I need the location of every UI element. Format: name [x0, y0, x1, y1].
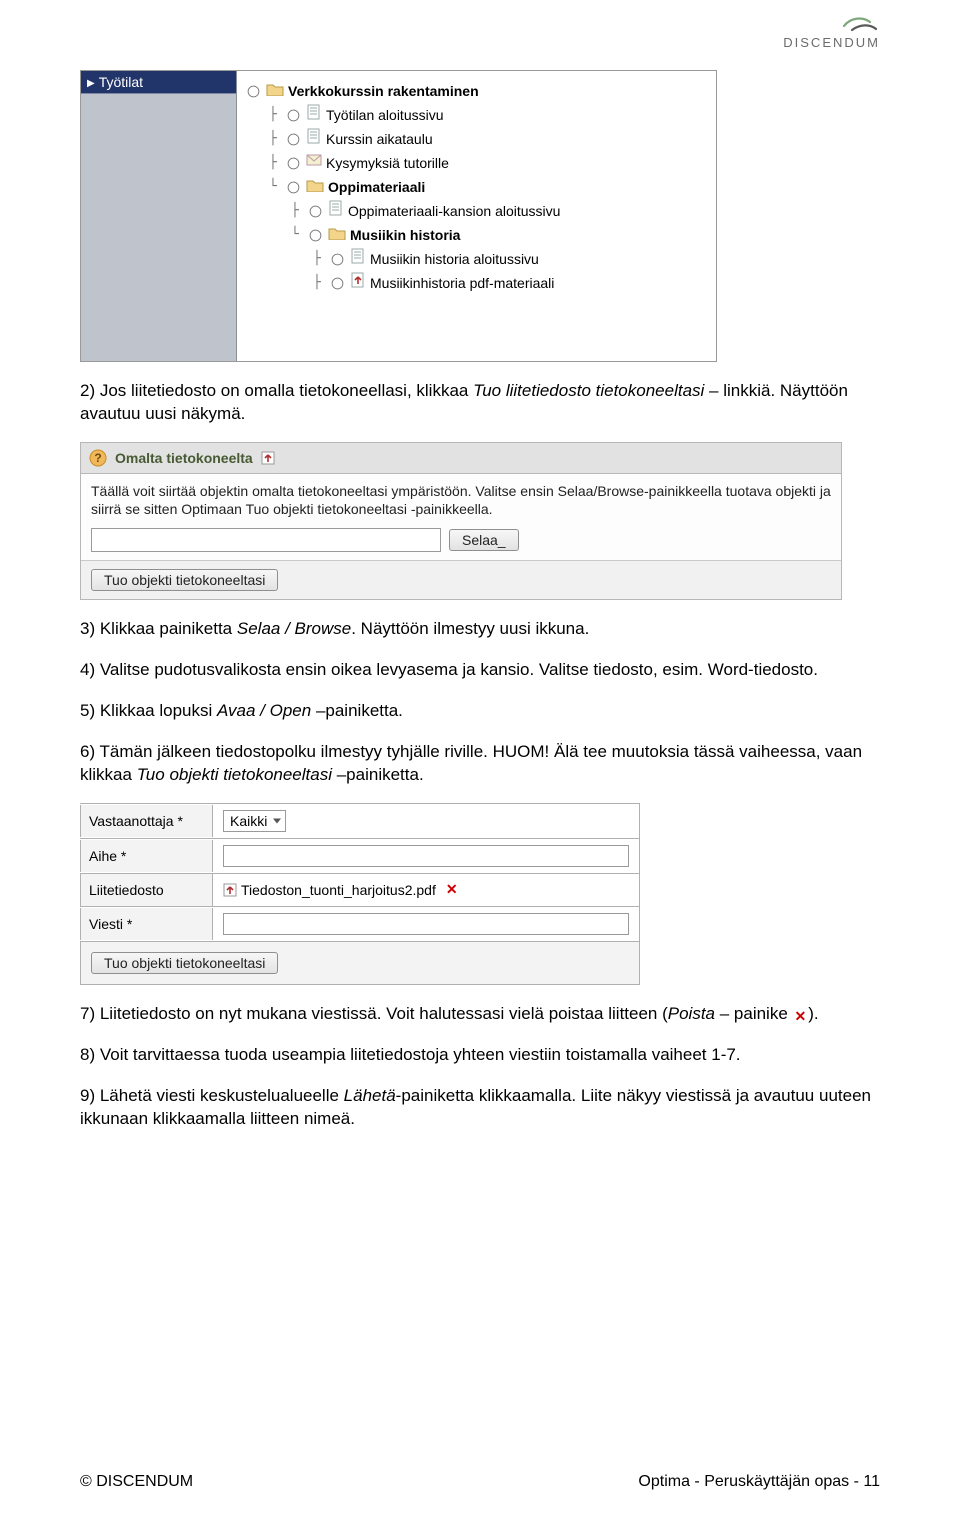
footer-left: © DISCENDUM — [80, 1473, 193, 1491]
workspace-tree-window: ▶Työtilat Verkkokurssin rakentaminen├Työ… — [80, 70, 717, 362]
tree-branch-glyph: └ — [269, 175, 283, 199]
message-form-footer: Tuo objekti tietokoneeltasi — [80, 942, 640, 985]
tree-node-label: Musiikinhistoria pdf-materiaali — [370, 271, 554, 295]
footer-right: Optima - Peruskäyttäjän opas - 11 — [638, 1473, 880, 1491]
tree-branch-glyph: └ — [291, 223, 305, 247]
delete-icon: ✕ — [793, 1007, 809, 1026]
upload-panel-title: ? Omalta tietokoneelta — [81, 443, 841, 474]
workspace-sidebar: ▶ Työtilat — [81, 71, 237, 361]
step-8-text: 8) Voit tarvittaessa tuoda useampia liit… — [80, 1044, 880, 1067]
page-root: DISCENDUM ▶ Työtilat Verkkokurssin rakent… — [0, 0, 960, 1517]
discendum-logo-icon — [840, 12, 880, 34]
tree-node[interactable]: ├ Kysymyksiä tutorille — [243, 151, 710, 175]
subject-row: Aihe * — [80, 839, 640, 874]
mail-icon — [306, 151, 322, 175]
sidebar-header[interactable]: ▶ Työtilat — [81, 71, 236, 94]
message-form: Vastaanottaja * Kaikki Aihe * Liitetiedo… — [80, 803, 640, 985]
workspace-tree: Verkkokurssin rakentaminen├Työtilan aloi… — [237, 71, 716, 361]
tree-radio[interactable] — [310, 205, 322, 217]
pdf-upload-icon — [223, 883, 237, 897]
file-path-input[interactable] — [91, 528, 441, 552]
upload-file-row: Selaa_ — [91, 528, 831, 552]
tree-radio[interactable] — [288, 133, 300, 145]
tree-branch-glyph: ├ — [291, 199, 305, 223]
page-icon — [328, 199, 344, 223]
attachment-chip[interactable]: Tiedoston_tuonti_harjoitus2.pdf — [223, 882, 436, 898]
tree-branch-glyph: ├ — [269, 103, 283, 127]
tree-radio[interactable] — [332, 253, 344, 265]
step-2-text: 2) Jos liitetiedosto on omalla tietokone… — [80, 380, 880, 426]
pdf-icon — [350, 271, 366, 295]
browse-button[interactable]: Selaa_ — [449, 529, 519, 551]
tree-radio[interactable] — [310, 229, 322, 241]
brand-logo: DISCENDUM — [783, 12, 880, 52]
step-9-text: 9) Lähetä viesti keskustelualueelle Lähe… — [80, 1085, 880, 1131]
tree-node-label: Kysymyksiä tutorille — [326, 151, 449, 175]
step-4-text: 4) Valitse pudotusvalikosta ensin oikea … — [80, 659, 880, 682]
help-icon: ? — [89, 449, 107, 467]
tree-node-label: Verkkokurssin rakentaminen — [288, 79, 479, 103]
tree-node-label: Musiikin historia — [350, 223, 460, 247]
tree-radio[interactable] — [288, 109, 300, 121]
tree-branch-glyph: ├ — [269, 151, 283, 175]
upload-panel: ? Omalta tietokoneelta Täällä voit siirt… — [80, 442, 842, 600]
upload-description: Täällä voit siirtää objektin omalta tiet… — [91, 482, 831, 518]
page-icon — [306, 127, 322, 151]
upload-panel-body: Täällä voit siirtää objektin omalta tiet… — [81, 474, 841, 560]
message-input[interactable] — [223, 913, 629, 935]
attachment-label: Liitetiedosto — [80, 874, 213, 906]
recipient-row: Vastaanottaja * Kaikki — [80, 804, 640, 839]
tree-node[interactable]: └ Oppimateriaali — [243, 175, 710, 199]
recipient-label: Vastaanottaja * — [80, 805, 213, 837]
upload-panel-footer: Tuo objekti tietokoneeltasi — [81, 560, 841, 599]
attachment-filename: Tiedoston_tuonti_harjoitus2.pdf — [241, 882, 436, 898]
tree-radio[interactable] — [332, 277, 344, 289]
svg-text:?: ? — [94, 451, 101, 465]
subject-label: Aihe * — [80, 840, 213, 872]
tree-node[interactable]: ├ Musiikin historia aloitussivu — [243, 247, 710, 271]
brand-name: DISCENDUM — [783, 35, 880, 50]
folder-icon — [266, 79, 284, 103]
page-icon — [350, 247, 366, 271]
message-row: Viesti * — [80, 907, 640, 942]
tree-branch-glyph: ├ — [313, 247, 327, 271]
step-7-text: 7) Liitetiedosto on nyt mukana viestissä… — [80, 1003, 880, 1026]
tree-node-label: Oppimateriaali-kansion aloitussivu — [348, 199, 560, 223]
tree-radio[interactable] — [288, 157, 300, 169]
tree-node[interactable]: └ Musiikin historia — [243, 223, 710, 247]
upload-title-text: Omalta tietokoneelta — [115, 450, 253, 466]
folder-icon — [328, 223, 346, 247]
remove-attachment-icon[interactable]: ✕ — [444, 881, 460, 898]
tree-node-label: Oppimateriaali — [328, 175, 425, 199]
tree-branch-glyph: ├ — [269, 127, 283, 151]
subject-input[interactable] — [223, 845, 629, 867]
folder-icon — [306, 175, 324, 199]
step-3-text: 3) Klikkaa painiketta Selaa / Browse. Nä… — [80, 618, 880, 641]
tree-node[interactable]: ├ Musiikinhistoria pdf-materiaali — [243, 271, 710, 295]
message-label: Viesti * — [80, 908, 213, 940]
page-footer: © DISCENDUM Optima - Peruskäyttäjän opas… — [80, 1473, 880, 1491]
step-6-text: 6) Tämän jälkeen tiedostopolku ilmestyy … — [80, 741, 880, 787]
tree-node[interactable]: Verkkokurssin rakentaminen — [243, 79, 710, 103]
tree-node[interactable]: ├ Kurssin aikataulu — [243, 127, 710, 151]
chevron-right-icon: ▶ — [87, 78, 95, 89]
tree-branch-glyph: ├ — [313, 271, 327, 295]
recipient-select[interactable]: Kaikki — [223, 810, 286, 832]
page-icon — [306, 103, 322, 127]
tree-radio[interactable] — [288, 181, 300, 193]
sidebar-title: Työtilat — [99, 74, 143, 90]
step-5-text: 5) Klikkaa lopuksi Avaa / Open –painiket… — [80, 700, 880, 723]
message-upload-button[interactable]: Tuo objekti tietokoneeltasi — [91, 952, 278, 974]
tree-node[interactable]: ├ Oppimateriaali-kansion aloitussivu — [243, 199, 710, 223]
tree-radio[interactable] — [248, 85, 260, 97]
tree-node-label: Työtilan aloitussivu — [326, 103, 444, 127]
tree-node[interactable]: ├ Työtilan aloitussivu — [243, 103, 710, 127]
tree-node-label: Musiikin historia aloitussivu — [370, 247, 539, 271]
upload-arrow-icon — [261, 451, 275, 465]
upload-submit-button[interactable]: Tuo objekti tietokoneeltasi — [91, 569, 278, 591]
attachment-row: Liitetiedosto Tiedoston_tuonti_harjoitus… — [80, 874, 640, 907]
tree-node-label: Kurssin aikataulu — [326, 127, 433, 151]
